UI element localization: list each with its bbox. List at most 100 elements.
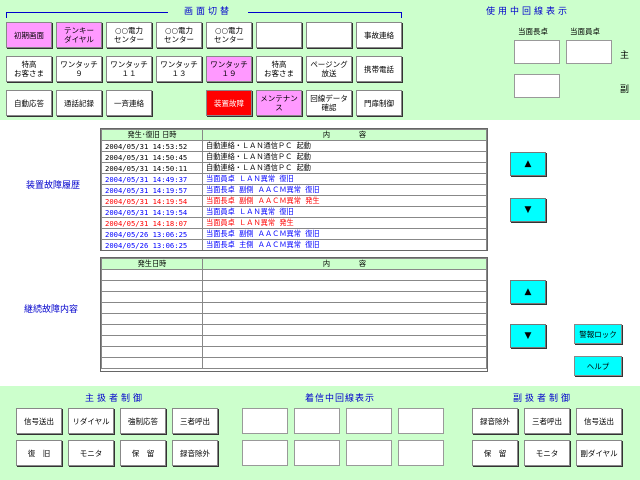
history-row[interactable]: 2004/05/31 14:18:07 当面員卓 ＬＡＮ異常 発生 xyxy=(101,217,487,229)
continuing-row xyxy=(101,335,487,347)
history-scroll-down-button[interactable]: ▼ xyxy=(510,198,546,222)
incoming-line-slot[interactable] xyxy=(346,408,392,434)
incoming-line-slot[interactable] xyxy=(242,408,288,434)
sub-line-label: 副 xyxy=(620,85,630,95)
continuing-cell xyxy=(101,269,203,281)
continuing-failure-table: 発生日時 内 容 xyxy=(101,258,487,369)
switch-button-r3-5[interactable]: 装置故障 xyxy=(206,90,252,116)
history-row[interactable]: 2004/05/31 14:49:37 当面員卓 ＬＡＮ異常 復旧 xyxy=(101,173,487,185)
switch-button-r3-2[interactable]: 通話記録 xyxy=(56,90,102,116)
incoming-line-title: 着信中回線表示 xyxy=(304,394,375,404)
switch-button-r1-2[interactable]: テンキー ダイヤル xyxy=(56,22,102,48)
incoming-line-slot[interactable] xyxy=(346,440,392,466)
switch-button-r3-8[interactable]: 門扉制御 xyxy=(356,90,402,116)
continuing-cell xyxy=(202,291,487,303)
left-desk-sub-line xyxy=(514,74,560,98)
continuing-col-time: 発生日時 xyxy=(101,258,203,270)
incoming-line-slot[interactable] xyxy=(398,408,444,434)
sub-ctrl-r2-2[interactable]: モニタ xyxy=(524,440,570,466)
sub-ctrl-r1-3[interactable]: 信号送出 xyxy=(576,408,622,434)
continuing-row xyxy=(101,324,487,336)
continuing-cell xyxy=(202,335,487,347)
switch-button-r1-5[interactable]: ○○電力 センター xyxy=(206,22,252,48)
switch-button-r1-4[interactable]: ○○電力 センター xyxy=(156,22,202,48)
switch-button-r2-2[interactable]: ワンタッチ ９ xyxy=(56,56,102,82)
continuing-failure-table-wrap: 発生日時 内 容 xyxy=(100,257,488,372)
history-header-row: 発生･復旧 日時 内 容 xyxy=(101,129,487,141)
incoming-line-slot[interactable] xyxy=(294,408,340,434)
incoming-line-slot[interactable] xyxy=(242,440,288,466)
switch-button-r3-6[interactable]: メンテナン ス xyxy=(256,90,302,116)
continuing-cell xyxy=(101,335,203,347)
main-ctrl-r2-4[interactable]: 録音除外 xyxy=(172,440,218,466)
main-ctrl-r2-3[interactable]: 保 留 xyxy=(120,440,166,466)
continuing-cell xyxy=(101,324,203,336)
continuing-row xyxy=(101,346,487,358)
history-row[interactable]: 2004/05/31 14:19:54 当面長卓 副側 ＡＡＣＭ異常 発生 xyxy=(101,195,487,207)
help-button[interactable]: ヘルプ xyxy=(574,356,622,376)
history-time-cell: 2004/05/31 14:19:57 xyxy=(101,184,203,196)
continuing-scroll-down-button[interactable]: ▼ xyxy=(510,324,546,348)
main-line-label: 主 xyxy=(620,51,630,61)
history-row[interactable]: 2004/05/26 13:06:25 当面長卓 副側 ＡＡＣＭ異常 復旧 xyxy=(101,228,487,240)
history-row[interactable]: 2004/05/26 13:06:25 当面長卓 主側 ＡＡＣＭ異常 復旧 xyxy=(101,239,487,250)
continuing-row xyxy=(101,302,487,314)
switch-button-r2-7[interactable]: ページング 放送 xyxy=(306,56,352,82)
history-time-cell: 2004/05/26 13:06:25 xyxy=(101,228,203,240)
main-ctrl-r1-2[interactable]: リダイヤル xyxy=(68,408,114,434)
switch-button-r3-3[interactable]: 一斉連絡 xyxy=(106,90,152,116)
switch-button-r2-3[interactable]: ワンタッチ １１ xyxy=(106,56,152,82)
continuing-cell xyxy=(202,346,487,358)
history-row[interactable]: 2004/05/31 14:19:57 当面長卓 副側 ＡＡＣＭ異常 復旧 xyxy=(101,184,487,196)
sub-ctrl-r2-3[interactable]: 副ダイヤル xyxy=(576,440,622,466)
history-row[interactable]: 2004/05/31 14:19:54 当面員卓 ＬＡＮ異常 復旧 xyxy=(101,206,487,218)
screen-switch-title: 画面切替 xyxy=(168,4,248,17)
incoming-line-slot[interactable] xyxy=(294,440,340,466)
continuing-cell xyxy=(101,357,203,369)
main-ctrl-r1-3[interactable]: 強制応答 xyxy=(120,408,166,434)
continuing-scroll-up-button[interactable]: ▲ xyxy=(510,280,546,304)
main-ctrl-r2-1[interactable]: 復 旧 xyxy=(16,440,62,466)
sub-ctrl-r1-1[interactable]: 録音除外 xyxy=(472,408,518,434)
continuing-cell xyxy=(101,346,203,358)
continuing-cell xyxy=(101,291,203,303)
history-time-cell: 2004/05/31 14:49:37 xyxy=(101,173,203,185)
history-col-content: 内 容 xyxy=(202,129,487,141)
history-col-time: 発生･復旧 日時 xyxy=(101,129,203,141)
sub-ctrl-r1-2[interactable]: 三者呼出 xyxy=(524,408,570,434)
switch-button-r3-1[interactable]: 自動応答 xyxy=(6,90,52,116)
incoming-line-slot[interactable] xyxy=(398,440,444,466)
continuing-row xyxy=(101,291,487,303)
switch-button-r1-1[interactable]: 初期画面 xyxy=(6,22,52,48)
main-ctrl-r1-4[interactable]: 三者呼出 xyxy=(172,408,218,434)
history-time-cell: 2004/05/31 14:18:07 xyxy=(101,217,203,229)
switch-button-r1-8[interactable]: 事故連絡 xyxy=(356,22,402,48)
switch-button-r1-7[interactable] xyxy=(306,22,352,48)
history-time-cell: 2004/05/31 14:19:54 xyxy=(101,195,203,207)
main-ctrl-r1-1[interactable]: 信号送出 xyxy=(16,408,62,434)
left-desk-label: 当面長卓 xyxy=(518,27,548,36)
main-ctrl-r2-2[interactable]: モニタ xyxy=(68,440,114,466)
history-time-cell: 2004/05/31 14:53:52 xyxy=(101,140,203,152)
switch-button-r2-1[interactable]: 特高 お客さま xyxy=(6,56,52,82)
switch-button-r3-7[interactable]: 回線データ 確認 xyxy=(306,90,352,116)
history-time-cell: 2004/05/31 14:19:54 xyxy=(101,206,203,218)
history-row[interactable]: 2004/05/31 14:50:11 自動連絡・ＬＡＮ通信ＰＣ 起動 xyxy=(101,162,487,174)
right-desk-main-line xyxy=(566,40,612,64)
switch-button-r1-6[interactable] xyxy=(256,22,302,48)
continuing-cell xyxy=(202,302,487,314)
switch-button-r2-6[interactable]: 特高 お客さま xyxy=(256,56,302,82)
alarm-lock-button[interactable]: 警報ロック xyxy=(574,324,622,344)
switch-button-r2-5[interactable]: ワンタッチ １９ xyxy=(206,56,252,82)
history-content-cell: 当面長卓 副側 ＡＡＣＭ異常 復旧 xyxy=(202,228,487,240)
history-content-cell: 当面長卓 副側 ＡＡＣＭ異常 発生 xyxy=(202,195,487,207)
history-row[interactable]: 2004/05/31 14:50:45 自動連絡・ＬＡＮ通信ＰＣ 起動 xyxy=(101,151,487,163)
switch-button-r1-3[interactable]: ○○電力 センター xyxy=(106,22,152,48)
history-scroll-up-button[interactable]: ▲ xyxy=(510,152,546,176)
history-row[interactable]: 2004/05/31 14:53:52 自動連絡・ＬＡＮ通信ＰＣ 起動 xyxy=(101,140,487,152)
continuing-row xyxy=(101,269,487,281)
switch-button-r2-4[interactable]: ワンタッチ １３ xyxy=(156,56,202,82)
sub-operator-title: 副扱者制御 xyxy=(512,394,573,404)
switch-button-r2-8[interactable]: 携帯電話 xyxy=(356,56,402,82)
sub-ctrl-r2-1[interactable]: 保 留 xyxy=(472,440,518,466)
